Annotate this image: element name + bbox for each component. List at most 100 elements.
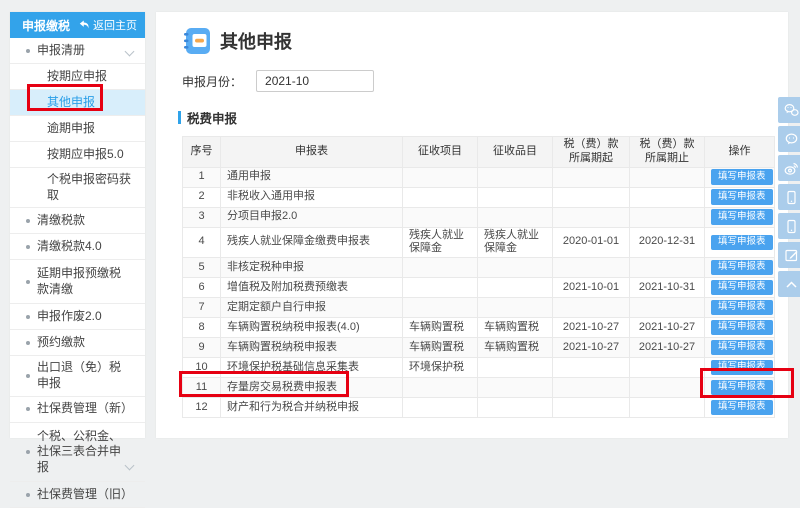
sidebar: 申报缴税 返回主页 申报清册 按期应申报 其他申报 逾期申报 按期应申报5.0 …: [10, 12, 145, 438]
floating-toolbar: [778, 97, 800, 297]
cell-item: [403, 258, 478, 278]
cell-period-start: [553, 298, 630, 318]
chevron-up-icon: [783, 276, 800, 293]
fill-form-button[interactable]: 填写申报表: [711, 380, 773, 395]
sidebar-title: 申报缴税: [22, 17, 70, 34]
fill-form-button[interactable]: 填写申报表: [711, 235, 773, 250]
declaration-table: 序号 申报表 征收项目 征收品目 税（费）款所属期起 税（费）款所属期止 操作 …: [182, 136, 775, 418]
cell-form-name: 财产和行为税合并纳税申报: [221, 398, 403, 418]
cell-sub-item: [478, 167, 553, 187]
cell-no: 7: [183, 298, 221, 318]
sidebar-item-periodic-declaration-5[interactable]: 按期应申报5.0: [10, 142, 145, 168]
sidebar-item-deferred-prepay[interactable]: 延期申报预缴税款清缴: [10, 260, 145, 304]
sidebar-item-tax-password[interactable]: 个税申报密码获取: [10, 168, 145, 208]
sidebar-item-label: 延期申报预缴税款清缴: [37, 266, 123, 297]
table-row: 1 通用申报 填写申报表: [183, 167, 775, 187]
fill-form-button[interactable]: 填写申报表: [711, 280, 773, 295]
cell-no: 9: [183, 338, 221, 358]
cell-period-end: [630, 207, 705, 227]
fill-form-button[interactable]: 填写申报表: [711, 320, 773, 335]
month-input[interactable]: [256, 70, 374, 92]
mobile-app-button-2[interactable]: [778, 213, 800, 239]
sidebar-item-void-declaration[interactable]: 申报作废2.0: [10, 304, 145, 330]
cell-sub-item: [478, 207, 553, 227]
sidebar-item-combined-declaration[interactable]: 个税、公积金、社保三表合并申报: [10, 423, 145, 483]
cell-item: 环境保护税: [403, 358, 478, 378]
table-row: 8 车辆购置税纳税申报表(4.0) 车辆购置税 车辆购置税 2021-10-27…: [183, 318, 775, 338]
sidebar-item-declaration-list[interactable]: 申报清册: [10, 38, 145, 64]
filter-row: 申报月份：: [182, 70, 788, 92]
table-header-row: 序号 申报表 征收项目 征收品目 税（费）款所属期起 税（费）款所属期止 操作: [183, 137, 775, 168]
back-to-home-link[interactable]: 返回主页: [79, 17, 137, 33]
cell-no: 8: [183, 318, 221, 338]
sidebar-item-other-declaration[interactable]: 其他申报: [10, 90, 145, 116]
cell-period-end: 2021-10-31: [630, 278, 705, 298]
wechat-share-button[interactable]: [778, 97, 800, 123]
sidebar-item-pay-tax-4[interactable]: 清缴税款4.0: [10, 234, 145, 260]
sidebar-item-social-insurance-new[interactable]: 社保费管理（新）: [10, 397, 145, 423]
cell-item: [403, 398, 478, 418]
fill-form-button[interactable]: 填写申报表: [711, 400, 773, 415]
bullet-icon: [26, 49, 30, 53]
bullet-icon: [26, 315, 30, 319]
table-row: 4 残疾人就业保障金缴费申报表 残疾人就业保障金 残疾人就业保障金 2020-0…: [183, 227, 775, 258]
main-panel: 其他申报 申报月份： 税费申报 序号 申报表 征收项目 征收品目 税（费）款所属…: [156, 12, 788, 438]
col-header-no: 序号: [183, 137, 221, 168]
fill-form-button[interactable]: 填写申报表: [711, 189, 773, 204]
table-row: 2 非税收入通用申报 填写申报表: [183, 187, 775, 207]
cell-no: 11: [183, 378, 221, 398]
cell-form-name: 通用申报: [221, 167, 403, 187]
fill-form-button[interactable]: 填写申报表: [711, 260, 773, 275]
cell-period-end: 2021-10-27: [630, 318, 705, 338]
weibo-icon: [783, 160, 800, 177]
bullet-icon: [26, 341, 30, 345]
table-row: 11 存量房交易税费申报表 填写申报表: [183, 378, 775, 398]
cell-sub-item: 车辆购置税: [478, 318, 553, 338]
chevron-down-icon: [125, 47, 135, 57]
fill-form-button[interactable]: 填写申报表: [711, 360, 773, 375]
back-to-top-button[interactable]: [778, 271, 800, 297]
fill-form-button[interactable]: 填写申报表: [711, 300, 773, 315]
sidebar-item-social-insurance-old[interactable]: 社保费管理（旧）: [10, 482, 145, 508]
cell-period-end: [630, 187, 705, 207]
fill-form-button[interactable]: 填写申报表: [711, 169, 773, 184]
col-header-period-end: 税（费）款所属期止: [630, 137, 705, 168]
cell-period-end: [630, 258, 705, 278]
feedback-form-button[interactable]: [778, 242, 800, 268]
mobile-app-button[interactable]: [778, 184, 800, 210]
cell-item: 车辆购置税: [403, 338, 478, 358]
cell-form-name: 非税收入通用申报: [221, 187, 403, 207]
fill-form-button[interactable]: 填写申报表: [711, 209, 773, 224]
mobile-phone-icon: [783, 189, 800, 206]
wechat-service-button[interactable]: [778, 126, 800, 152]
sidebar-item-overdue-declaration[interactable]: 逾期申报: [10, 116, 145, 142]
fill-form-button[interactable]: 填写申报表: [711, 340, 773, 355]
chevron-down-icon: [125, 461, 135, 471]
table-row: 5 非核定税种申报 填写申报表: [183, 258, 775, 278]
section-title: 税费申报: [187, 108, 237, 127]
cell-item: [403, 378, 478, 398]
sidebar-item-pay-tax[interactable]: 清缴税款: [10, 208, 145, 234]
bullet-icon: [26, 407, 30, 411]
weibo-share-button[interactable]: [778, 155, 800, 181]
cell-item: [403, 167, 478, 187]
section-accent-bar: [178, 111, 181, 124]
cell-form-name: 分项目申报2.0: [221, 207, 403, 227]
cell-no: 12: [183, 398, 221, 418]
cell-period-end: [630, 378, 705, 398]
cell-form-name: 定期定额户自行申报: [221, 298, 403, 318]
bullet-icon: [26, 245, 30, 249]
sidebar-item-export-refund[interactable]: 出口退（免）税申报: [10, 356, 145, 396]
sidebar-item-periodic-declaration[interactable]: 按期应申报: [10, 64, 145, 90]
cell-sub-item: 残疾人就业保障金: [478, 227, 553, 258]
cell-item: [403, 298, 478, 318]
col-header-period-start: 税（费）款所属期起: [553, 137, 630, 168]
sidebar-item-label: 出口退（免）税申报: [37, 360, 131, 391]
cell-form-name: 车辆购置税纳税申报表(4.0): [221, 318, 403, 338]
cell-no: 5: [183, 258, 221, 278]
cell-item: [403, 207, 478, 227]
cell-period-start: [553, 187, 630, 207]
sidebar-item-label: 按期应申报: [47, 69, 107, 85]
table-row: 12 财产和行为税合并纳税申报 填写申报表: [183, 398, 775, 418]
sidebar-item-appointment-payment[interactable]: 预约缴款: [10, 330, 145, 356]
